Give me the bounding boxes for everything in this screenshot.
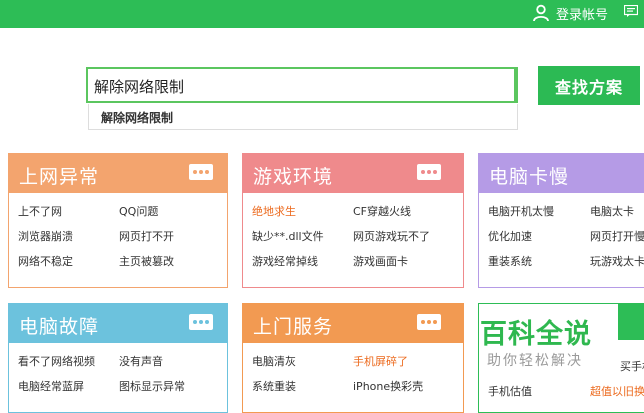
search-suggestion[interactable]: 解除网络限制 (88, 104, 518, 130)
card-link[interactable]: 重装系统 (488, 253, 532, 269)
card-link[interactable]: 买手机 (620, 358, 644, 374)
watermark-title: 百科全说 (480, 319, 592, 350)
search-input[interactable] (94, 75, 494, 97)
card-link[interactable]: 超值以旧换 (590, 383, 644, 399)
card-link[interactable]: CF穿越火线 (353, 203, 411, 219)
card-title: 上网异常 (19, 166, 100, 188)
side-strip (618, 303, 644, 340)
card-title: 电脑故障 (19, 316, 100, 338)
card-link[interactable]: 游戏画面卡 (353, 253, 408, 269)
category-card: 电脑故障看不了网络视频 没有声音电脑经常蓝屏 图标显示异常 (8, 303, 228, 413)
top-bar: 登录帐号 (0, 0, 644, 28)
card-link[interactable]: 电脑清灰 (252, 353, 296, 369)
category-card: 电脑卡慢电脑开机太慢 电脑太卡优化加速 网页打开慢重装系统 玩游戏太卡 (478, 153, 644, 288)
card-link[interactable]: 优化加速 (488, 228, 532, 244)
card-header: 游戏环境 (243, 154, 463, 193)
card-link[interactable]: 游戏经常掉线 (252, 253, 318, 269)
card-link[interactable]: 上不了网 (18, 203, 62, 219)
card-link[interactable]: 电脑太卡 (590, 203, 634, 219)
more-icon[interactable] (417, 164, 441, 180)
search-box (86, 67, 518, 103)
card-link[interactable]: 缺少**.dll文件 (252, 228, 324, 244)
card-title: 电脑卡慢 (489, 166, 570, 188)
card-link[interactable]: iPhone换彩壳 (353, 378, 423, 394)
card-link[interactable]: 图标显示异常 (119, 378, 185, 394)
card-link[interactable]: 玩游戏太卡 (590, 253, 644, 269)
watermark-subtitle: 助你轻松解决 (487, 353, 583, 369)
card-link[interactable]: 绝地求生 (252, 203, 296, 219)
card-link[interactable]: 网页打开慢 (590, 228, 644, 244)
card-title: 上门服务 (253, 316, 334, 338)
card-title: 游戏环境 (253, 166, 334, 188)
card-link[interactable]: 看不了网络视频 (18, 353, 95, 369)
card-link[interactable]: 电脑开机太慢 (488, 203, 554, 219)
card-link[interactable]: QQ问题 (119, 203, 158, 219)
category-card: 上门服务电脑清灰 手机屏碎了系统重装 iPhone换彩壳 (242, 303, 464, 413)
card-link[interactable]: 网络不稳定 (18, 253, 73, 269)
category-card: 上网异常上不了网 QQ问题浏览器崩溃 网页打不开网络不稳定 主页被篡改 (8, 153, 228, 288)
card-link[interactable]: 没有声音 (119, 353, 163, 369)
card-link[interactable]: 手机屏碎了 (353, 353, 408, 369)
card-header: 电脑故障 (9, 304, 227, 343)
card-link[interactable]: 浏览器崩溃 (18, 228, 73, 244)
message-icon[interactable] (624, 5, 638, 17)
card-header: 上门服务 (243, 304, 463, 343)
more-icon[interactable] (189, 314, 213, 330)
card-link[interactable]: 电脑经常蓝屏 (18, 378, 84, 394)
card-link[interactable]: 手机估值 (488, 383, 532, 399)
card-header: 上网异常 (9, 154, 227, 193)
category-card: 游戏环境绝地求生 CF穿越火线缺少**.dll文件 网页游戏玩不了游戏经常掉线 游戏画… (242, 153, 464, 288)
card-link[interactable]: 网页游戏玩不了 (353, 228, 430, 244)
login-label: 登录帐号 (555, 7, 608, 23)
suggestion-text: 解除网络限制 (101, 111, 174, 125)
search-button[interactable]: 查找方案 (538, 66, 640, 105)
card-link[interactable]: 主页被篡改 (119, 253, 174, 269)
card-link[interactable]: 网页打不开 (119, 228, 174, 244)
more-icon[interactable] (189, 164, 213, 180)
user-icon (533, 4, 549, 22)
card-link[interactable]: 系统重装 (252, 378, 296, 394)
login-link[interactable]: 登录帐号 (532, 2, 608, 24)
more-icon[interactable] (417, 314, 441, 330)
card-header: 电脑卡慢 (479, 154, 644, 193)
